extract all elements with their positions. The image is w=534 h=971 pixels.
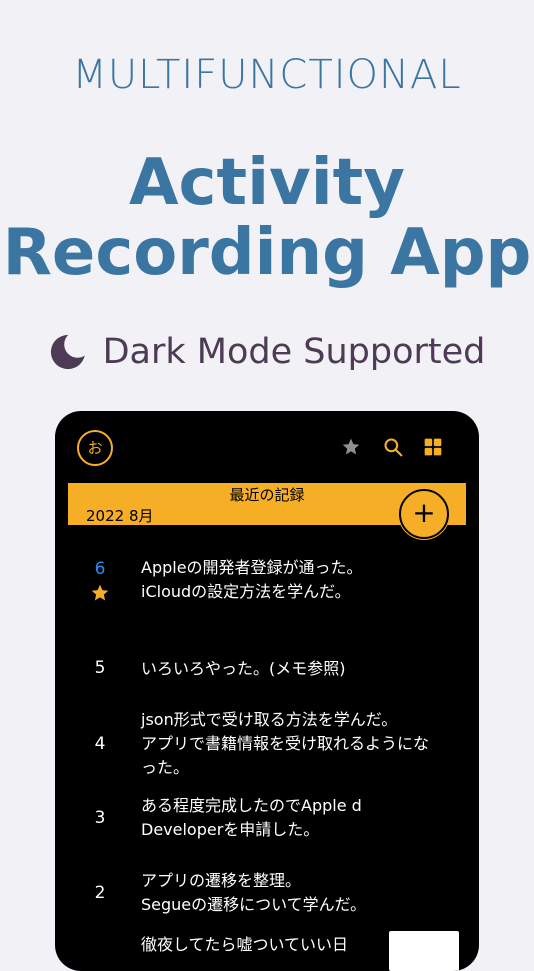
entry-text: Appleの開発者登録が通った。 iCloudの設定方法を学んだ。 — [141, 558, 363, 601]
moon-icon — [50, 333, 87, 370]
hero-title-line2: Recording App — [2, 216, 532, 290]
entry-day: 5 — [94, 658, 106, 678]
top-bar: お — [55, 411, 479, 481]
entry-day: 6 — [94, 559, 106, 579]
add-entry-button[interactable]: + — [399, 489, 449, 539]
entry-text: アプリの遷移を整理。 Segueの遷移について学んだ。 — [141, 871, 367, 914]
banner-month: 2022 8月 — [86, 507, 154, 525]
entry-day: 3 — [94, 808, 106, 828]
search-icon[interactable] — [383, 437, 403, 457]
plus-icon: + — [412, 496, 436, 529]
hero-title-line1: Activity — [129, 146, 405, 220]
hero-title: Activity Recording App — [0, 148, 534, 288]
entry-day: 2 — [94, 883, 106, 903]
favorite-star-icon — [91, 584, 109, 601]
star-icon[interactable] — [341, 437, 361, 457]
entry-text: ある程度完成したのでApple d Developerを申請した。 — [141, 796, 362, 839]
hero-subtitle: MULTIFUNCTIONAL — [72, 52, 462, 98]
entry-text: いろいろやった。(メモ参照) — [141, 659, 346, 678]
avatar-button[interactable]: お — [77, 430, 113, 466]
grid-icon[interactable] — [423, 437, 443, 457]
entry-day: 4 — [94, 734, 106, 754]
entry-thumbnail — [389, 931, 459, 971]
dark-mode-row: Dark Mode Supported — [0, 332, 534, 372]
entry-text: json形式で受け取る方法を学んだ。 アプリで書籍情報を受け取れるようにな った… — [141, 710, 430, 777]
dark-mode-label: Dark Mode Supported — [102, 332, 486, 372]
phone-screen: お 最近の記録 2022 8月 + 6 Appleの開発者登録が通った。 iCl… — [55, 411, 479, 971]
